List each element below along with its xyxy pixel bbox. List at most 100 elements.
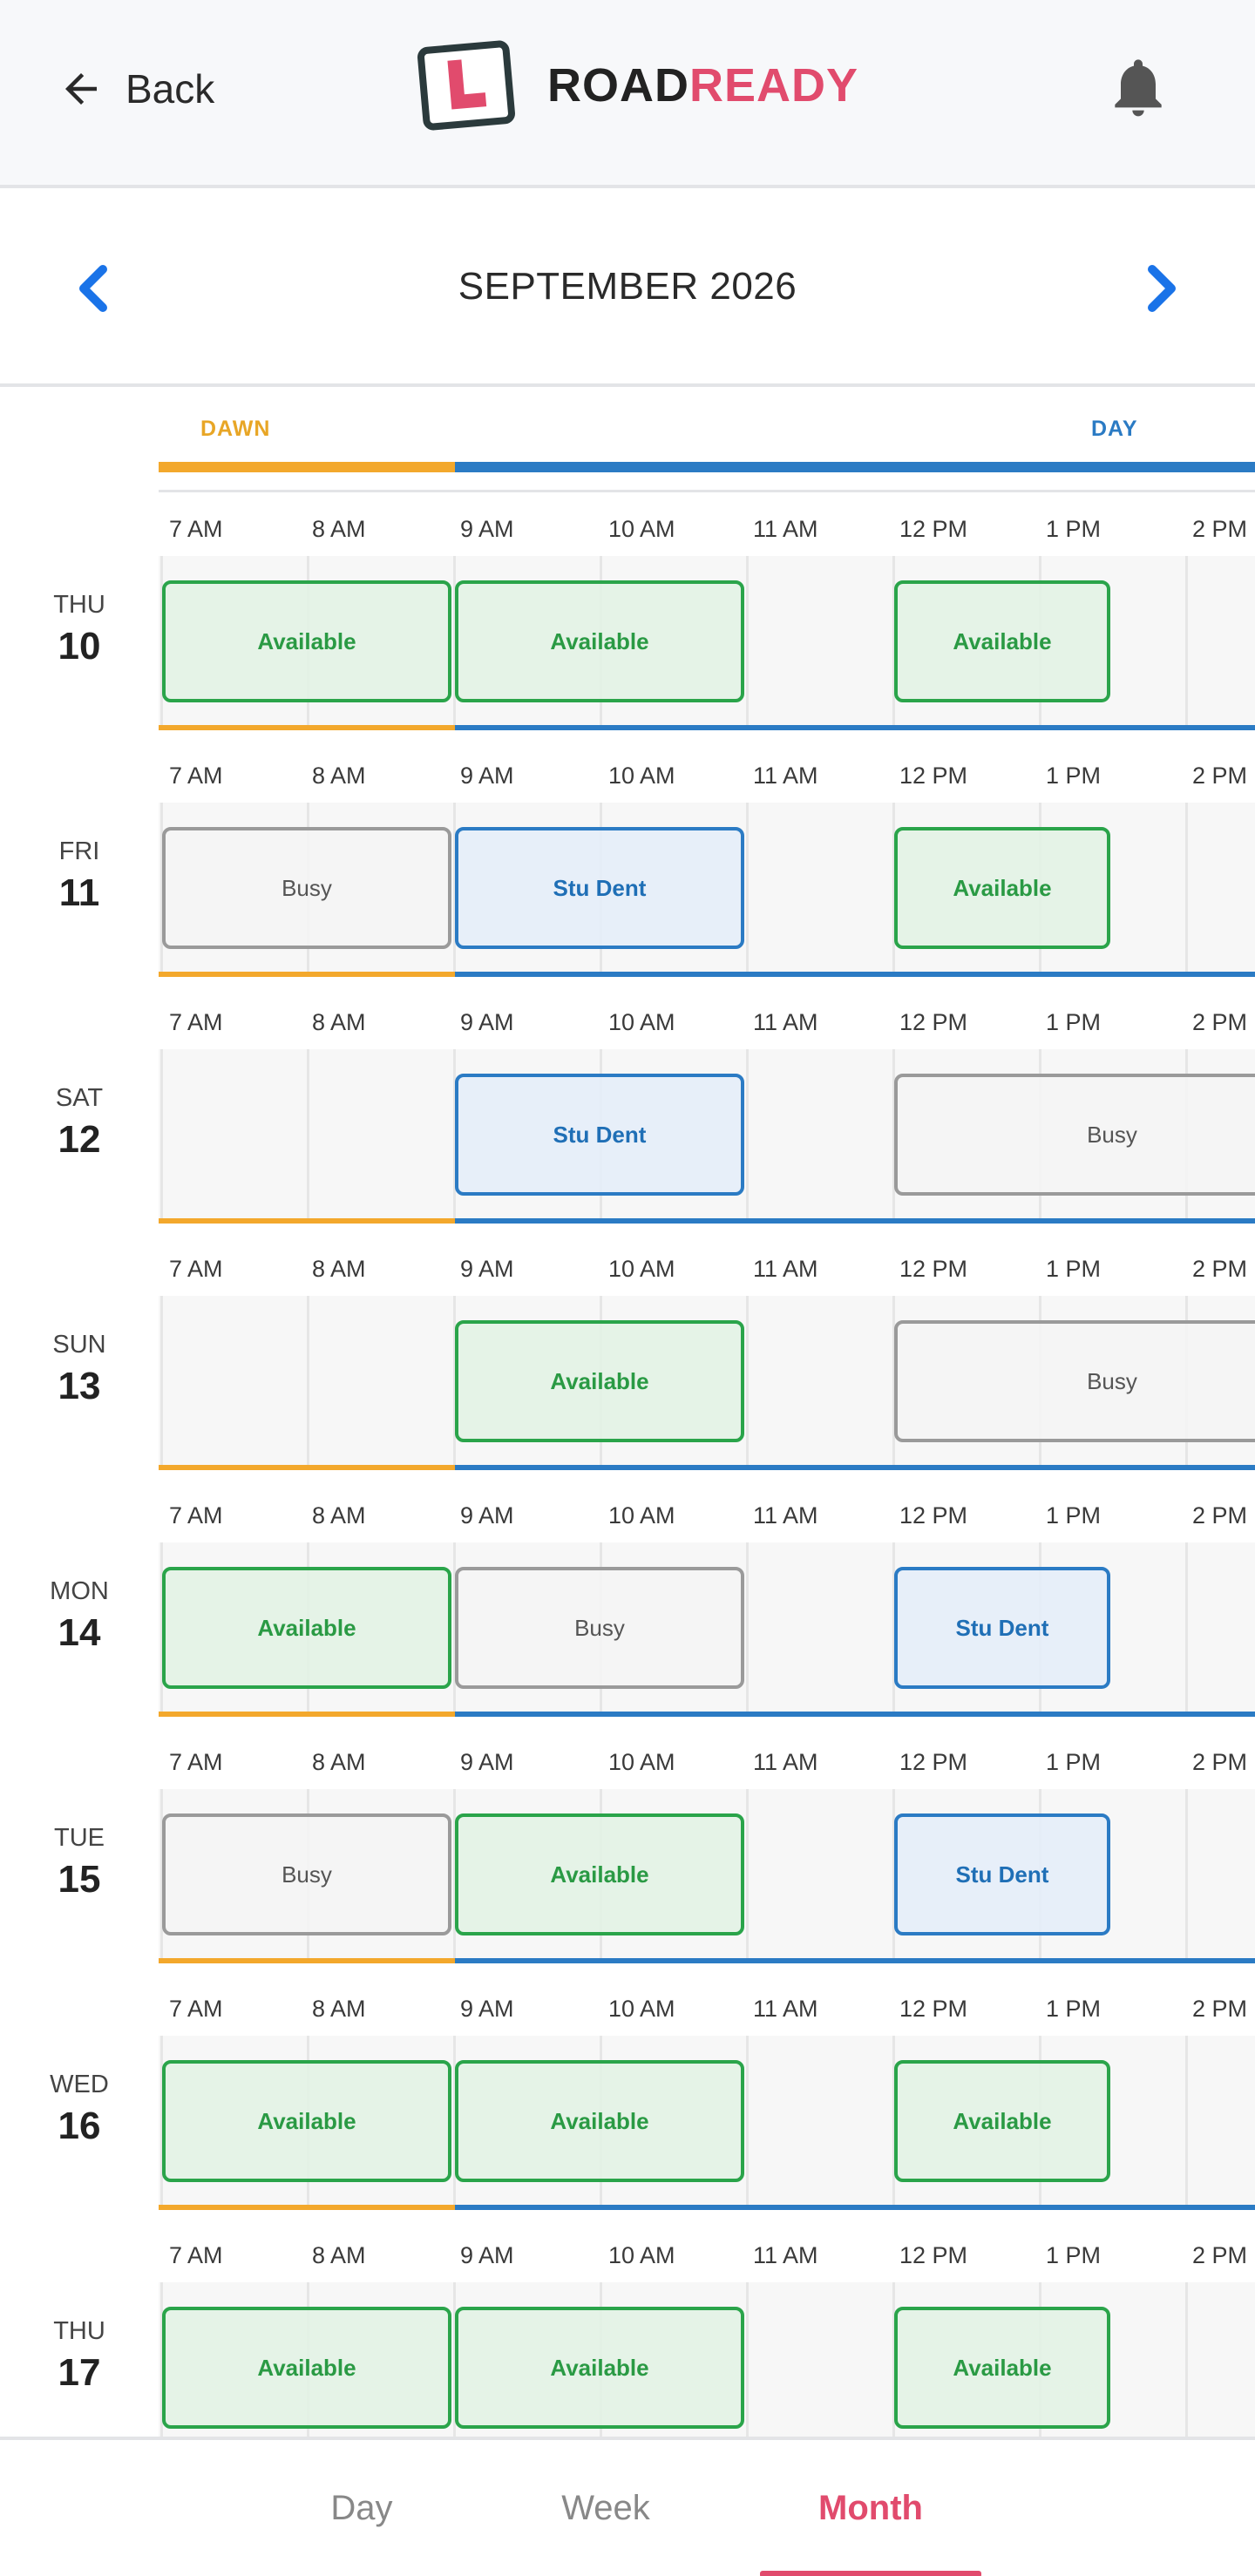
time-slot-available[interactable]: Available <box>894 827 1110 949</box>
day-timeline-track[interactable]: Available Available Available <box>159 2036 1255 2210</box>
dawn-period-underline <box>159 1465 455 1470</box>
day-label: THU 17 <box>0 2317 159 2395</box>
hour-label: 12 PM <box>899 516 968 542</box>
day-number: 15 <box>58 1858 101 1901</box>
hour-labels: 7 AM 8 AM 9 AM 10 AM 11 AM 12 PM 1 PM 2 PM <box>0 495 1255 556</box>
time-slot-busy[interactable]: Busy <box>455 1567 744 1689</box>
hour-label: 10 AM <box>608 1749 675 1775</box>
hour-gridline <box>746 2282 749 2437</box>
day-label: WED 16 <box>0 2071 159 2148</box>
hour-label: 1 PM <box>1046 1256 1102 1282</box>
view-tab-bar: Day Week Month <box>0 2437 1255 2576</box>
hour-gridline <box>1185 2036 1188 2210</box>
hour-label: 10 AM <box>608 1996 675 2022</box>
chevron-right-icon <box>1148 265 1176 312</box>
day-label: SUN 13 <box>0 1331 159 1408</box>
time-slot-available[interactable]: Available <box>162 1567 451 1689</box>
hour-label: 9 AM <box>460 1009 514 1035</box>
time-slot-available[interactable]: Available <box>455 1320 744 1442</box>
bell-icon[interactable] <box>1103 51 1173 124</box>
hour-gridline <box>1185 803 1188 977</box>
time-slot-available[interactable]: Available <box>162 2060 451 2182</box>
time-slot-busy[interactable]: Busy <box>894 1320 1255 1442</box>
hour-label: 1 PM <box>1046 1009 1102 1035</box>
day-row: 7 AM 8 AM 9 AM 10 AM 11 AM 12 PM 1 PM 2 PM THU 10… <box>0 495 1255 742</box>
back-label: Back <box>126 66 215 112</box>
day-label: THU 10 <box>0 591 159 668</box>
day-timeline-track[interactable]: Available Available Available <box>159 2282 1255 2437</box>
time-slot-available[interactable]: Available <box>162 2307 451 2429</box>
hour-label: 7 AM <box>169 1749 223 1775</box>
dawn-period-underline <box>159 1958 455 1963</box>
period-divider <box>159 490 1255 492</box>
day-row: 7 AM 8 AM 9 AM 10 AM 11 AM 12 PM 1 PM 2 PM FRI 11… <box>0 742 1255 988</box>
tab-week[interactable]: Week <box>540 2440 671 2576</box>
hour-gridline <box>160 1296 163 1470</box>
hour-gridline <box>1185 1542 1188 1717</box>
tab-month[interactable]: Month <box>760 2440 981 2576</box>
day-timeline-track[interactable]: Busy Stu Dent Available <box>159 803 1255 977</box>
time-slot-booked[interactable]: Stu Dent <box>894 1567 1110 1689</box>
hour-label: 11 AM <box>753 1256 818 1282</box>
time-slot-available[interactable]: Available <box>455 2307 744 2429</box>
hour-label: 1 PM <box>1046 1749 1102 1775</box>
hour-label: 10 AM <box>608 763 675 789</box>
day-timeline-track[interactable]: Available Available Available <box>159 556 1255 730</box>
time-slot-available[interactable]: Available <box>455 2060 744 2182</box>
time-slot-available[interactable]: Available <box>455 1813 744 1935</box>
hour-label: 9 AM <box>460 1256 514 1282</box>
time-slot-booked[interactable]: Stu Dent <box>455 827 744 949</box>
hour-label: 1 PM <box>1046 1996 1102 2022</box>
hour-label: 9 AM <box>460 763 514 789</box>
time-slot-busy[interactable]: Busy <box>162 1813 451 1935</box>
day-number: 13 <box>58 1365 101 1407</box>
hour-label: 8 AM <box>312 2242 366 2268</box>
hour-labels: 7 AM 8 AM 9 AM 10 AM 11 AM 12 PM 1 PM 2 PM <box>0 1975 1255 2036</box>
hour-label: 9 AM <box>460 1996 514 2022</box>
brand-name-part-road: ROAD <box>547 59 689 112</box>
day-number: 11 <box>58 871 100 914</box>
tab-day[interactable]: Day <box>296 2440 427 2576</box>
hour-label: 2 PM <box>1192 1256 1248 1282</box>
hour-label: 11 AM <box>753 1009 818 1035</box>
dawn-period-underline <box>159 972 455 977</box>
day-period-underline <box>455 1712 1255 1717</box>
day-label: TUE 15 <box>0 1824 159 1901</box>
hour-label: 2 PM <box>1192 1749 1248 1775</box>
time-slot-busy[interactable]: Busy <box>162 827 451 949</box>
day-period-underline <box>455 972 1255 977</box>
hour-label: 12 PM <box>899 1256 968 1282</box>
time-slot-available[interactable]: Available <box>894 2060 1110 2182</box>
hour-gridline <box>746 2036 749 2210</box>
time-slot-available[interactable]: Available <box>894 580 1110 702</box>
day-number: 14 <box>58 1611 101 1654</box>
day-timeline-track[interactable]: Stu Dent Busy <box>159 1049 1255 1224</box>
day-period-bar <box>455 462 1255 472</box>
day-timeline-track[interactable]: Available Busy <box>159 1296 1255 1470</box>
day-number: 16 <box>58 2105 101 2147</box>
time-slot-available[interactable]: Available <box>455 580 744 702</box>
hour-label: 1 PM <box>1046 763 1102 789</box>
dawn-period-underline <box>159 725 455 730</box>
time-slot-available[interactable]: Available <box>894 2307 1110 2429</box>
month-title: SEPTEMBER 2026 <box>458 265 797 308</box>
dawn-period-bar <box>159 462 455 472</box>
hour-labels: 7 AM 8 AM 9 AM 10 AM 11 AM 12 PM 1 PM 2 PM <box>0 1728 1255 1789</box>
day-timeline-track[interactable]: Available Busy Stu Dent <box>159 1542 1255 1717</box>
time-slot-busy[interactable]: Busy <box>894 1074 1255 1196</box>
time-slot-booked[interactable]: Stu Dent <box>894 1813 1110 1935</box>
hour-label: 11 AM <box>753 1502 818 1529</box>
day-timeline-track[interactable]: Busy Available Stu Dent <box>159 1789 1255 1963</box>
time-slot-available[interactable]: Available <box>162 580 451 702</box>
back-button[interactable]: Back <box>58 58 214 120</box>
day-period-underline <box>455 725 1255 730</box>
day-row: 7 AM 8 AM 9 AM 10 AM 11 AM 12 PM 1 PM 2 PM THU 17… <box>0 2221 1255 2437</box>
month-schedule[interactable]: 7 AM 8 AM 9 AM 10 AM 11 AM 12 PM 1 PM 2 PM THU 10… <box>0 495 1255 2437</box>
time-slot-booked[interactable]: Stu Dent <box>455 1074 744 1196</box>
hour-label: 12 PM <box>899 1749 968 1775</box>
hour-label: 8 AM <box>312 1502 366 1529</box>
hour-label: 11 AM <box>753 763 818 789</box>
hour-gridline <box>746 1789 749 1963</box>
hour-label: 10 AM <box>608 1256 675 1282</box>
next-month-button[interactable] <box>1136 258 1189 319</box>
